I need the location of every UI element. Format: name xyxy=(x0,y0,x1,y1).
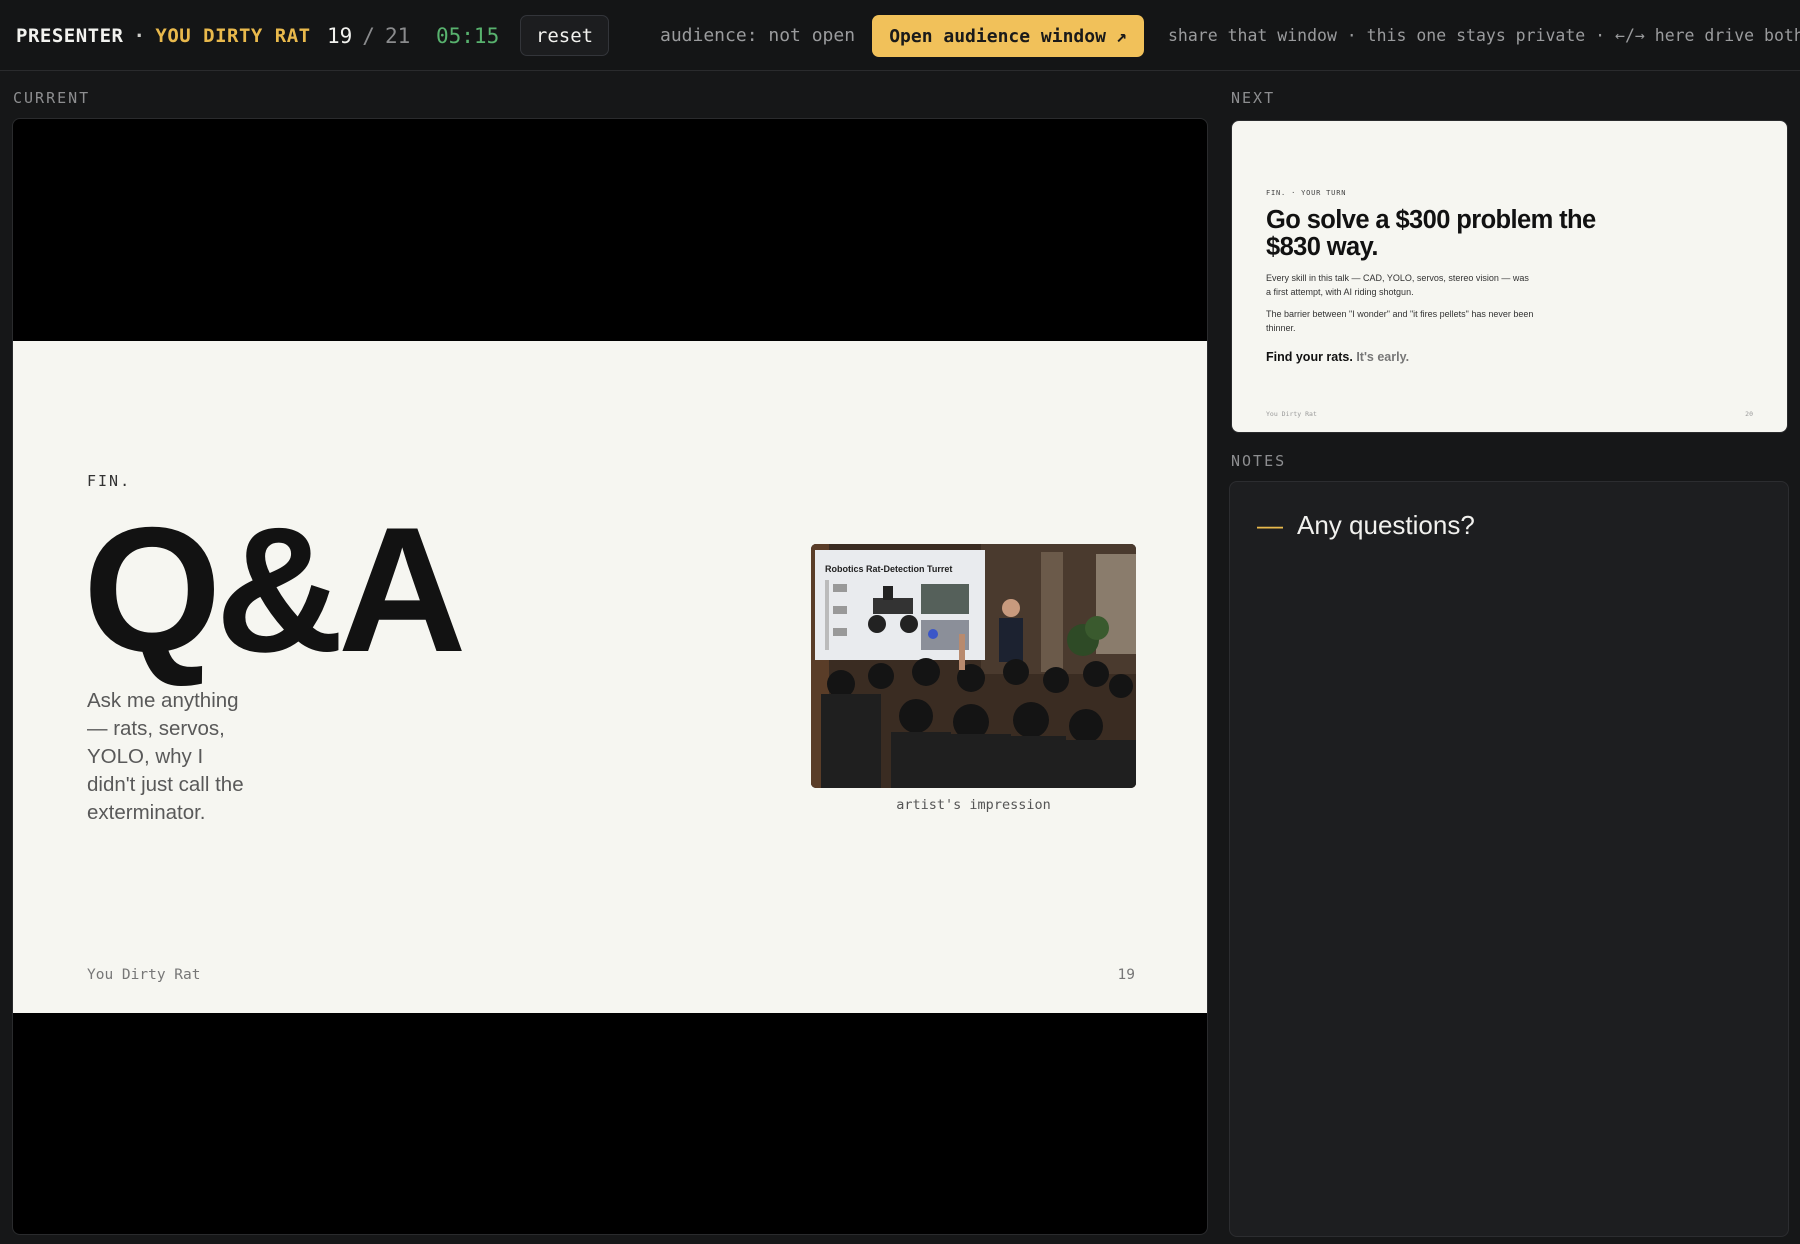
slide-counter: 19 / 21 xyxy=(327,0,410,71)
speaker-notes: — Any questions? xyxy=(1229,481,1789,1237)
next-paragraph-1: Every skill in this talk — CAD, YOLO, se… xyxy=(1266,273,1529,297)
next-cta-bold: Find your rats. xyxy=(1266,350,1353,364)
slide-eyebrow: FIN. xyxy=(87,472,132,490)
elapsed-timer: 05:15 xyxy=(436,23,500,48)
open-audience-window-button[interactable]: Open audience window ↗ xyxy=(872,15,1144,57)
next-slide-preview: FIN. · YOUR TURN Go solve a $300 problem… xyxy=(1231,120,1788,433)
next-headline: Go solve a $300 problem the $830 way. xyxy=(1266,206,1596,261)
brand-separator: · xyxy=(133,24,146,47)
deck-title: YOU DIRTY RAT xyxy=(155,24,311,47)
presentation-photo: Robotics Rat-Detection Turret xyxy=(811,544,1136,788)
next-cta: Find your rats. It's early. xyxy=(1266,350,1409,364)
next-footer-title: You Dirty Rat xyxy=(1266,410,1317,418)
slide-title: Q&A xyxy=(83,490,467,689)
current-slide-number: 19 xyxy=(327,23,353,48)
next-cta-soft: It's early. xyxy=(1356,350,1410,364)
presenter-toolbar: PRESENTER · YOU DIRTY RAT 19 / 21 05:15 … xyxy=(0,0,1800,71)
screen-title: Robotics Rat-Detection Turret xyxy=(825,564,952,574)
current-slide: FIN. Q&A Ask me anything — rats, servos,… xyxy=(13,341,1207,1013)
note-dash: — xyxy=(1257,510,1283,540)
open-audience-label: Open audience window xyxy=(889,25,1106,47)
total-slides: 21 xyxy=(384,23,411,48)
counter-slash: / xyxy=(362,23,375,48)
current-slide-preview: FIN. Q&A Ask me anything — rats, servos,… xyxy=(12,118,1208,1235)
slide-subtitle: Ask me anything — rats, servos, YOLO, wh… xyxy=(87,689,244,824)
slide-footer-number: 19 xyxy=(1117,967,1135,983)
external-link-icon: ↗ xyxy=(1115,25,1127,47)
note-text: Any questions? xyxy=(1297,510,1475,540)
slide-footer-title: You Dirty Rat xyxy=(87,967,201,983)
next-eyebrow: FIN. · YOUR TURN xyxy=(1266,189,1347,197)
brand: PRESENTER · YOU DIRTY RAT xyxy=(16,0,311,71)
image-caption: artist's impression xyxy=(896,797,1051,813)
mode-label: PRESENTER xyxy=(16,24,124,47)
notes-label: NOTES xyxy=(1231,452,1287,470)
current-label: CURRENT xyxy=(13,89,91,107)
next-footer-number: 20 xyxy=(1745,410,1753,418)
reset-button[interactable]: reset xyxy=(520,15,609,56)
note-item: — Any questions? xyxy=(1257,510,1475,541)
keyboard-hint: share that window · this one stays priva… xyxy=(1168,26,1800,45)
next-paragraph-2: The barrier between "I wonder" and "it f… xyxy=(1266,309,1534,333)
next-label: NEXT xyxy=(1231,89,1276,107)
audience-status: audience: not open xyxy=(660,25,856,46)
